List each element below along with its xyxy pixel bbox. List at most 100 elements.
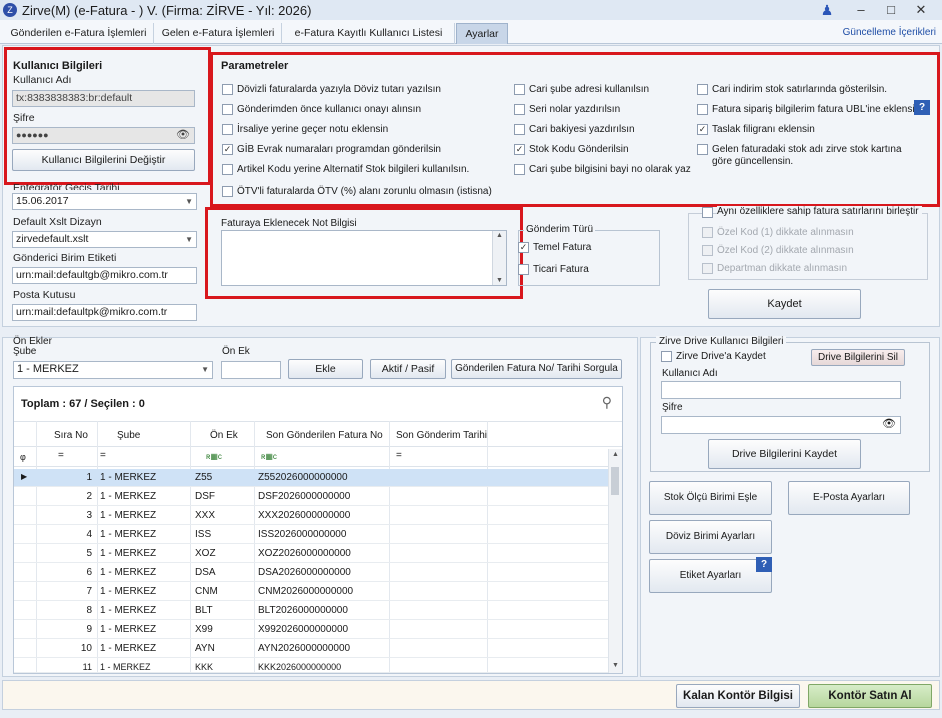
branch-select[interactable]: 1 - MERKEZ ▼ (13, 361, 213, 379)
table-row[interactable]: 4 1 - MERKEZ ISS ISS2026000000000 (14, 526, 609, 544)
merge-opt-checkbox[interactable] (702, 263, 713, 274)
note-scrollbar[interactable]: ▲ ▼ (492, 231, 506, 285)
add-button[interactable]: Ekle (288, 359, 363, 379)
filter-contains-icon[interactable]: ʀ▦ᴄ (206, 452, 222, 461)
cell-sube: 1 - MERKEZ (100, 624, 157, 635)
merge-opt-checkbox[interactable] (702, 245, 713, 256)
table-row[interactable]: 7 1 - MERKEZ CNM CNM2026000000000 (14, 583, 609, 601)
col-header-last-date[interactable]: Son Gönderim Tarihi (396, 430, 487, 441)
tab-sent-invoices[interactable]: Gönderilen e-Fatura İşlemleri (4, 23, 154, 44)
xslt-select[interactable]: zirvedefault.xslt ▼ (12, 231, 197, 248)
scroll-up-icon[interactable]: ▲ (496, 232, 503, 239)
minimize-button[interactable]: – (846, 1, 876, 19)
temel-fatura-checkbox[interactable]: ✓ (518, 242, 529, 253)
tab-registered-users[interactable]: e-Fatura Kayıtlı Kullanıcı Listesi (283, 23, 455, 44)
user-icon[interactable]: ♟ (812, 1, 842, 19)
param-checkbox[interactable] (514, 124, 525, 135)
prefix-input[interactable] (221, 361, 281, 379)
filter-equals[interactable]: = (100, 450, 106, 461)
merge-opt-checkbox[interactable] (702, 227, 713, 238)
remaining-credits-button[interactable]: Kalan Kontör Bilgisi (676, 684, 800, 708)
help-icon[interactable]: ? (756, 557, 772, 572)
drive-username-field[interactable] (661, 381, 901, 399)
drive-password-field[interactable]: 👁 (661, 416, 901, 434)
eye-icon[interactable]: 👁 (176, 128, 190, 143)
postbox-field[interactable]: urn:mail:defaultpk@mikro.com.tr (12, 304, 197, 321)
email-settings-button[interactable]: E-Posta Ayarları (788, 481, 910, 515)
stock-unit-button[interactable]: Stok Ölçü Birimi Eşle (649, 481, 772, 515)
integrator-date-picker[interactable]: 15.06.2017 ▼ (12, 193, 197, 210)
save-button[interactable]: Kaydet (708, 289, 861, 319)
sender-tag-field[interactable]: urn:mail:defaultgb@mikro.com.tr (12, 267, 197, 284)
drive-save-checkbox[interactable] (661, 351, 672, 362)
filter-icon[interactable]: φ (20, 452, 26, 462)
drive-save-button[interactable]: Drive Bilgilerini Kaydet (708, 439, 861, 469)
eye-icon[interactable]: 👁 (882, 417, 896, 432)
tab-settings[interactable]: Ayarlar (456, 23, 508, 44)
param-label: Cari indirim stok satırlarında gösterils… (712, 84, 888, 95)
table-row[interactable]: ▶ 1 1 - MERKEZ Z55 Z552026000000000 (14, 469, 609, 487)
param-checkbox[interactable] (222, 186, 233, 197)
filter-equals[interactable]: = (58, 450, 64, 461)
param-checkbox[interactable] (222, 84, 233, 95)
currency-settings-button[interactable]: Döviz Birimi Ayarları (649, 520, 772, 554)
param-checkbox-checked[interactable]: ✓ (514, 144, 525, 155)
param-checkbox[interactable] (514, 104, 525, 115)
param-checkbox[interactable] (222, 164, 233, 175)
cell-invoice-no: DSA2026000000000 (258, 567, 351, 578)
table-row[interactable]: 6 1 - MERKEZ DSA DSA2026000000000 (14, 564, 609, 582)
table-row[interactable]: 11 1 - MERKEZ KKK KKK2026000000000 (14, 659, 609, 673)
param-checkbox[interactable] (222, 104, 233, 115)
help-icon[interactable]: ? (914, 100, 930, 115)
table-row[interactable]: 5 1 - MERKEZ XOZ XOZ2026000000000 (14, 545, 609, 563)
cell-sira: 5 (86, 548, 92, 559)
tab-received-invoices[interactable]: Gelen e-Fatura İşlemleri (155, 23, 282, 44)
xslt-value: zirvedefault.xslt (16, 233, 89, 245)
col-header-sube[interactable]: Şube (117, 430, 140, 441)
scroll-up-icon[interactable]: ▲ (612, 451, 619, 458)
filter-contains-icon[interactable]: ʀ▦ᴄ (261, 452, 277, 461)
param-label: Cari şube adresi kullanılsın (529, 84, 650, 95)
drive-delete-button[interactable]: Drive Bilgilerini Sil (811, 349, 905, 366)
param-checkbox-checked[interactable]: ✓ (697, 124, 708, 135)
query-sent-invoice-button[interactable]: Gönderilen Fatura No/ Tarihi Sorgula (451, 359, 622, 379)
table-row[interactable]: 2 1 - MERKEZ DSF DSF2026000000000 (14, 488, 609, 506)
scroll-thumb[interactable] (611, 467, 619, 495)
note-textarea[interactable]: ▲ ▼ (221, 230, 507, 286)
grid-scrollbar[interactable]: ▲ ▼ (608, 449, 622, 673)
param-checkbox[interactable] (222, 124, 233, 135)
close-button[interactable]: ✕ (906, 1, 936, 19)
username-field[interactable]: tx:8383838383:br:default (12, 90, 195, 107)
table-row[interactable]: 9 1 - MERKEZ X99 X992026000000000 (14, 621, 609, 639)
filter-equals[interactable]: = (396, 450, 402, 461)
param-checkbox[interactable] (514, 164, 525, 175)
password-field[interactable]: ●●●●●● 👁 (12, 127, 195, 144)
cell-invoice-no: ISS2026000000000 (258, 529, 347, 540)
table-row[interactable]: 8 1 - MERKEZ BLT BLT2026000000000 (14, 602, 609, 620)
param-checkbox[interactable] (697, 144, 708, 155)
maximize-button[interactable]: □ (876, 1, 906, 19)
param-checkbox[interactable] (697, 104, 708, 115)
scroll-down-icon[interactable]: ▼ (612, 662, 619, 669)
toggle-active-button[interactable]: Aktif / Pasif (370, 359, 446, 379)
param-label: ÖTV'li faturalarda ÖTV (%) alanı zorunlu… (237, 186, 492, 197)
param-checkbox[interactable] (514, 84, 525, 95)
param-label: Cari bakiyesi yazdırılsın (529, 124, 635, 135)
param-label: Fatura sipariş bilgilerim fatura UBL'ine… (712, 104, 923, 115)
table-row[interactable]: 3 1 - MERKEZ XXX XXX2026000000000 (14, 507, 609, 525)
param-checkbox-checked[interactable]: ✓ (222, 144, 233, 155)
ticari-fatura-checkbox[interactable] (518, 264, 529, 275)
param-checkbox[interactable] (697, 84, 708, 95)
col-header-last-invoice[interactable]: Son Gönderilen Fatura No (266, 430, 383, 441)
table-row[interactable]: 10 1 - MERKEZ AYN AYN2026000000000 (14, 640, 609, 658)
scroll-down-icon[interactable]: ▼ (496, 277, 503, 284)
update-contents-link[interactable]: Güncelleme İçerikleri (843, 27, 936, 38)
buy-credits-button[interactable]: Kontör Satın Al (808, 684, 932, 708)
label-settings-button[interactable]: Etiket Ayarları (649, 559, 772, 593)
col-header-sira[interactable]: Sıra No (54, 430, 88, 441)
change-user-info-button[interactable]: Kullanıcı Bilgilerini Değiştir (12, 149, 195, 171)
col-header-onek[interactable]: Ön Ek (210, 430, 238, 441)
search-icon[interactable]: ⚲ (602, 394, 612, 411)
cell-onek: DSF (195, 491, 215, 502)
merge-checkbox[interactable] (702, 207, 713, 218)
